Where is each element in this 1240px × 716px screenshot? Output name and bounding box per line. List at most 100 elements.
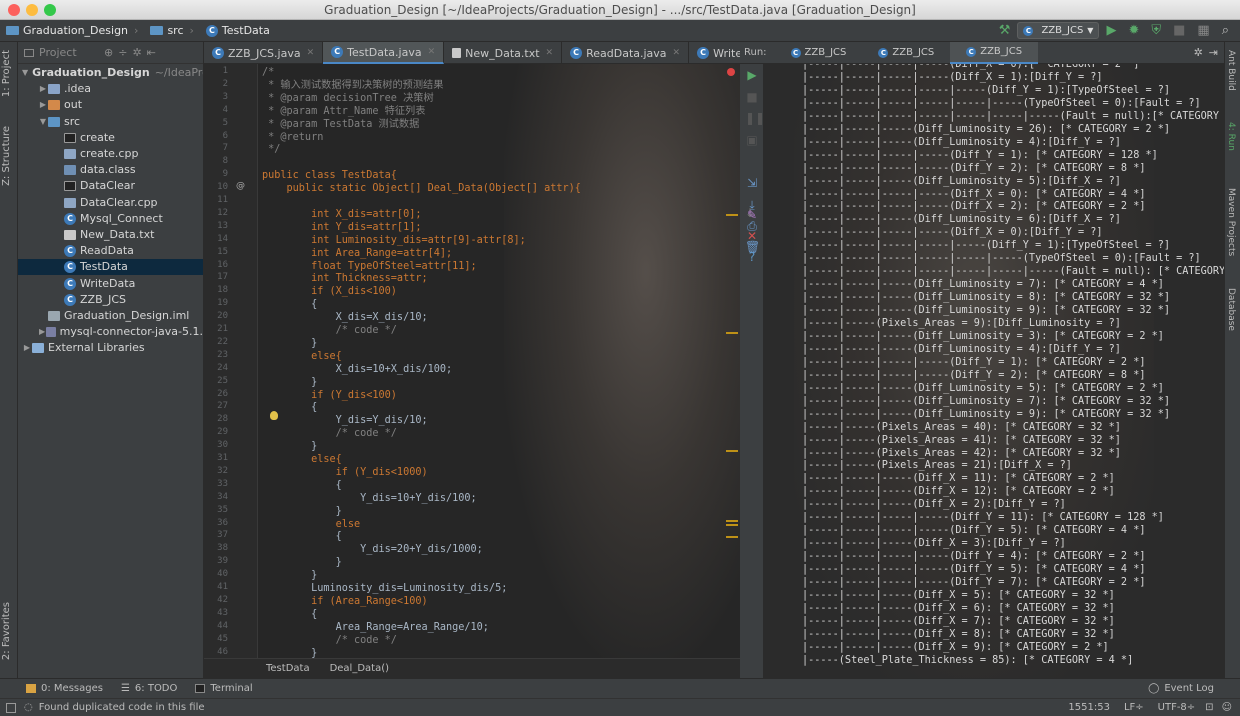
code-line[interactable]: else — [262, 518, 361, 531]
project-tree-item[interactable]: DataClear — [18, 178, 203, 194]
project-tree-item[interactable]: ▶ External Libraries — [18, 340, 203, 356]
chevron-down-icon[interactable]: ▼ — [38, 114, 48, 130]
rerun-icon[interactable]: ▶ — [745, 68, 759, 82]
code-line[interactable]: if (Y_dis<1000) — [262, 466, 428, 479]
sync-icon[interactable]: ⊕ — [104, 46, 113, 59]
code-line[interactable]: */ — [262, 143, 280, 156]
code-line[interactable]: Y_dis=20+Y_dis/1000; — [262, 543, 483, 556]
project-tree-item[interactable]: create.cpp — [18, 146, 203, 162]
project-tool-tab[interactable]: 1: Project — [1, 50, 12, 97]
chevron-right-icon[interactable]: ▶ — [38, 81, 48, 97]
chevron-right-icon[interactable]: ▶ — [38, 97, 48, 113]
code-line[interactable]: * @param decisionTree 决策树 — [262, 92, 434, 105]
close-window-button[interactable] — [8, 4, 20, 16]
code-line[interactable]: int Thickness=attr; — [262, 272, 428, 285]
breadcrumb-method[interactable]: Deal_Data() — [330, 663, 389, 674]
run-config-select[interactable]: C ZZB_JCS ▼ — [1017, 22, 1100, 39]
debug-icon[interactable]: ✹ — [1128, 23, 1139, 38]
code-line[interactable]: public static Object[] Deal_Data(Object[… — [262, 182, 581, 195]
search-icon[interactable]: ⌕ — [1222, 23, 1229, 38]
editor-tab[interactable]: C ZZB_JCS.java ✕ — [204, 42, 324, 64]
override-marker-icon[interactable]: @ — [236, 181, 245, 191]
code-line[interactable]: * 输入测试数据得到决策树的预测结果 — [262, 79, 443, 92]
run-console[interactable]: |-----|-----|-----|-----(Diff_X = 0):[* … — [764, 64, 1224, 678]
line-separator[interactable]: LF÷ — [1124, 702, 1144, 713]
code-line[interactable]: /* code */ — [262, 324, 397, 337]
code-line[interactable]: else{ — [262, 350, 342, 363]
code-line[interactable]: /* — [262, 66, 274, 79]
project-tree-item[interactable]: create — [18, 130, 203, 146]
nav-crumb-src[interactable]: src › — [144, 20, 199, 42]
hide-icon[interactable]: ⇤ — [147, 46, 156, 59]
code-line[interactable]: int X_dis=attr[0]; — [262, 208, 421, 221]
warning-marker[interactable] — [726, 214, 738, 216]
code-line[interactable]: public class TestData{ — [262, 169, 397, 182]
code-line[interactable]: } — [262, 337, 317, 350]
maximize-window-button[interactable] — [44, 4, 56, 16]
build-icon[interactable]: ⚒ — [999, 23, 1011, 38]
editor-tab[interactable]: C ReadData.java ✕ — [562, 42, 690, 64]
close-tab-icon[interactable]: ✕ — [307, 48, 315, 58]
code-line[interactable]: float TypeOfSteel=attr[11]; — [262, 260, 477, 273]
code-line[interactable]: int Luminosity_dis=attr[9]-attr[8]; — [262, 234, 526, 247]
chevron-down-icon[interactable]: ▼ — [22, 65, 28, 81]
project-tree-item[interactable]: C Mysql_Connect — [18, 211, 203, 227]
stop-icon[interactable]: ■ — [1173, 23, 1185, 38]
code-line[interactable]: /* code */ — [262, 634, 397, 647]
minimize-window-button[interactable] — [26, 4, 38, 16]
code-line[interactable]: } — [262, 569, 317, 582]
project-tree-item[interactable]: ▼ Graduation_Design ~/IdeaPro — [18, 65, 203, 81]
nav-crumb-project[interactable]: Graduation_Design › — [0, 20, 144, 42]
editor-error-stripe[interactable] — [724, 64, 740, 658]
code-line[interactable]: if (X_dis<100) — [262, 285, 397, 298]
project-tree-item[interactable]: Graduation_Design.iml — [18, 308, 203, 324]
project-tree-item[interactable]: data.class — [18, 162, 203, 178]
code-line[interactable]: } — [262, 647, 317, 659]
structure-tool-tab[interactable]: Z: Structure — [1, 126, 12, 186]
code-line[interactable]: } — [262, 505, 342, 518]
code-line[interactable]: { — [262, 608, 317, 621]
code-line[interactable]: /* code */ — [262, 427, 397, 440]
sdk-icon[interactable]: ▦ — [1197, 23, 1209, 38]
collapse-icon[interactable]: ÷ — [118, 46, 127, 59]
project-tree-item[interactable]: New_Data.txt — [18, 227, 203, 243]
database-tool-tab[interactable]: Database — [1226, 288, 1236, 331]
project-tree-item[interactable]: C WriteData — [18, 275, 203, 291]
code-line[interactable]: int Y_dis=attr[1]; — [262, 221, 421, 234]
inspector-icon[interactable]: ☺ — [1222, 702, 1232, 713]
code-area[interactable]: /* * 输入测试数据得到决策树的预测结果 * @param decisionT… — [262, 64, 732, 658]
intention-bulb-icon[interactable] — [270, 411, 278, 420]
project-tree-item[interactable]: C ReadData — [18, 243, 203, 259]
close-tab-icon[interactable]: ✕ — [428, 47, 436, 57]
lock-icon[interactable]: ⊡ — [1205, 702, 1213, 713]
event-log-tool-tab[interactable]: ◯ Event Log — [1148, 683, 1214, 694]
run-tool-tab[interactable]: 4: Run — [1226, 122, 1236, 151]
close-tab-icon[interactable]: ✕ — [546, 48, 554, 58]
run-icon[interactable]: ▶ — [1106, 23, 1116, 38]
project-tree-item[interactable]: ▼ src — [18, 114, 203, 130]
run-tab[interactable]: C ZZB_JCS — [862, 42, 950, 64]
status-message[interactable]: Found duplicated code in this file — [39, 702, 205, 713]
chevron-right-icon[interactable]: ▶ — [38, 324, 46, 340]
gear-icon[interactable]: ✲ — [1194, 46, 1203, 59]
project-tree-item[interactable]: ▶ .idea — [18, 81, 203, 97]
terminal-tool-tab[interactable]: Terminal — [195, 683, 253, 694]
nav-crumb-file[interactable]: C TestData — [200, 20, 276, 42]
project-view-select[interactable]: Project — [39, 46, 99, 59]
breadcrumb-class[interactable]: TestData — [266, 663, 310, 674]
code-line[interactable]: * @param Attr_Name 特征列表 — [262, 105, 425, 118]
code-editor[interactable]: 1 2 3 4 5 6 7 8 9 10 11 12 13 14 15 16 17 18 19 20 21 22 23 24 2… — [204, 64, 740, 658]
project-tree-item[interactable]: ▶ out — [18, 97, 203, 113]
pause-icon[interactable]: ❚❚ — [745, 111, 765, 125]
favorites-tool-tab[interactable]: 2: Favorites — [1, 602, 12, 660]
caret-position[interactable]: 1551:53 — [1068, 702, 1110, 713]
editor-tab[interactable]: New_Data.txt ✕ — [444, 42, 563, 64]
code-line[interactable]: Area_Range=Area_Range/10; — [262, 621, 489, 634]
run-tab[interactable]: C ZZB_JCS — [950, 41, 1039, 64]
file-encoding[interactable]: UTF-8÷ — [1158, 702, 1196, 713]
code-line[interactable]: * @return — [262, 131, 323, 144]
code-line[interactable]: Y_dis=Y_dis/10; — [262, 414, 428, 427]
pin-icon[interactable]: ✎ — [745, 208, 759, 222]
code-line[interactable]: { — [262, 298, 317, 311]
chevron-right-icon[interactable]: ▶ — [22, 340, 32, 356]
